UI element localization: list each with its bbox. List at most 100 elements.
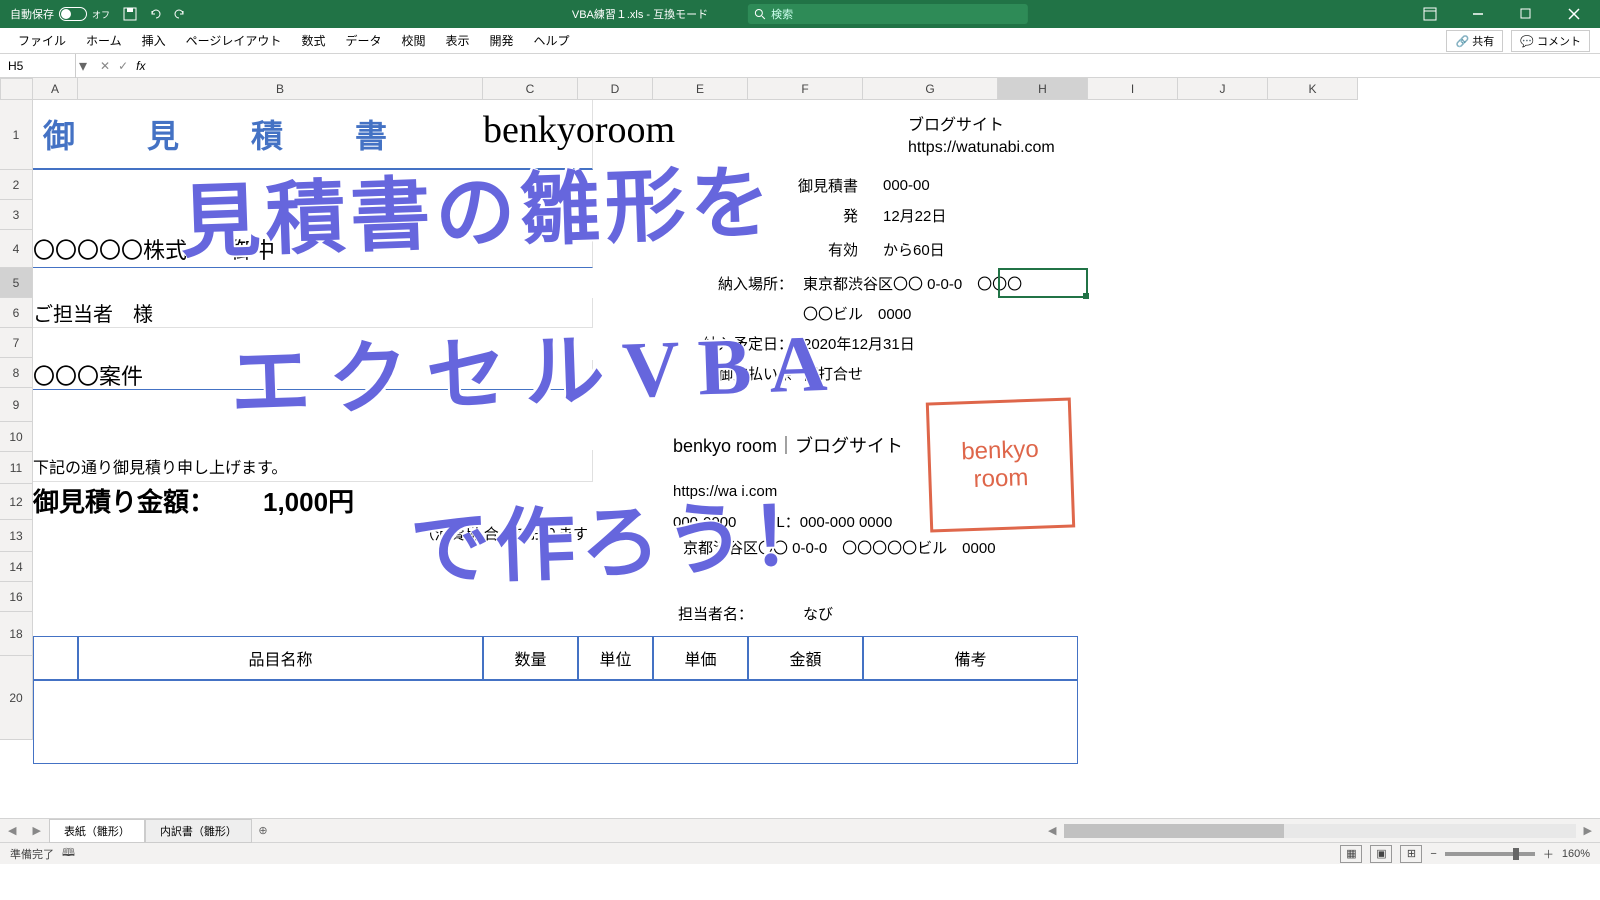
row-header-20[interactable]: 20 xyxy=(0,656,33,740)
redo-icon[interactable] xyxy=(172,7,187,22)
ship-loc1: 東京都渋谷区〇〇 0-0-0 〇〇〇 xyxy=(803,268,1153,298)
fill-handle[interactable] xyxy=(1083,293,1089,299)
row-header-8[interactable]: 8 xyxy=(0,358,33,388)
pay-label: 御支払い条 xyxy=(613,358,798,388)
zoom-in-icon[interactable]: ＋ xyxy=(1543,846,1554,862)
view-normal-icon[interactable]: ▦ xyxy=(1340,845,1362,863)
row-header-16[interactable]: 16 xyxy=(0,582,33,612)
column-header-D[interactable]: D xyxy=(578,78,653,100)
table-header-blank xyxy=(33,636,78,680)
tab-pagelayout[interactable]: ページレイアウト xyxy=(186,32,282,49)
row-header-7[interactable]: 7 xyxy=(0,328,33,358)
tab-developer[interactable]: 開発 xyxy=(490,32,514,49)
horizontal-scrollbar[interactable]: ◀ ▶ xyxy=(1040,823,1600,839)
search-input[interactable]: 検索 xyxy=(748,4,1028,24)
fx-icon[interactable]: fx xyxy=(136,59,145,73)
status-bar: 準備完了 🕮 ▦ ▣ ⊞ − ＋ 160% xyxy=(0,842,1600,864)
row-header-2[interactable]: 2 xyxy=(0,170,33,200)
row-header-18[interactable]: 18 xyxy=(0,612,33,656)
scroll-right-icon[interactable]: ▶ xyxy=(1576,824,1600,837)
autosave-state: オフ xyxy=(92,8,110,21)
zoom-level[interactable]: 160% xyxy=(1562,848,1590,860)
ribbon-tabs: ファイル ホーム 挿入 ページレイアウト 数式 データ 校閲 表示 開発 ヘルプ… xyxy=(0,28,1600,54)
pay-value: 御打合せ xyxy=(803,358,1053,388)
tab-view[interactable]: 表示 xyxy=(445,32,469,49)
column-header-F[interactable]: F xyxy=(748,78,863,100)
row-header-12[interactable]: 12 xyxy=(0,484,33,520)
close-icon[interactable] xyxy=(1553,0,1595,28)
name-box[interactable]: H5 xyxy=(0,54,76,78)
rep-name: なび xyxy=(803,600,953,626)
worksheet-grid[interactable]: ABCDEFGHIJK 1234567891011121314161820 御 … xyxy=(0,78,1600,818)
row-header-14[interactable]: 14 xyxy=(0,552,33,582)
tab-review[interactable]: 校閲 xyxy=(401,32,425,49)
namebox-dropdown-icon[interactable]: ▾ xyxy=(76,56,90,76)
table-header-unit: 単位 xyxy=(578,636,653,680)
tab-insert[interactable]: 挿入 xyxy=(142,32,166,49)
column-header-B[interactable]: B xyxy=(78,78,483,100)
maximize-icon[interactable] xyxy=(1505,0,1547,28)
scroll-left-icon[interactable]: ◀ xyxy=(1040,824,1064,837)
row-header-3[interactable]: 3 xyxy=(0,200,33,230)
column-header-H[interactable]: H xyxy=(998,78,1088,100)
ribbon-display-icon[interactable] xyxy=(1409,0,1451,28)
row-header-11[interactable]: 11 xyxy=(0,452,33,484)
accessibility-icon[interactable]: 🕮 xyxy=(62,844,75,863)
tab-formulas[interactable]: 数式 xyxy=(301,32,325,49)
search-placeholder: 検索 xyxy=(771,6,793,22)
tab-data[interactable]: データ xyxy=(345,32,381,49)
stamp-seal: benkyo room xyxy=(926,398,1075,533)
filename-label: VBA練習１.xls - 互換モード xyxy=(572,6,708,22)
save-icon[interactable] xyxy=(122,7,137,22)
undo-icon[interactable] xyxy=(147,7,162,22)
tab-next-icon[interactable]: ▶ xyxy=(24,824,48,837)
zoom-out-icon[interactable]: − xyxy=(1430,848,1436,860)
selected-cell[interactable] xyxy=(998,268,1088,298)
client-name: 〇〇〇〇〇株式 御中 xyxy=(33,230,593,268)
column-header-E[interactable]: E xyxy=(653,78,748,100)
cancel-formula-icon[interactable]: ✕ xyxy=(100,59,110,73)
scroll-thumb[interactable] xyxy=(1064,824,1284,838)
column-header-G[interactable]: G xyxy=(863,78,998,100)
project-name: 〇〇〇案件 xyxy=(33,360,593,390)
view-pagebreak-icon[interactable]: ⊞ xyxy=(1400,845,1422,863)
column-header-J[interactable]: J xyxy=(1178,78,1268,100)
tab-file[interactable]: ファイル xyxy=(18,32,66,49)
row-header-9[interactable]: 9 xyxy=(0,388,33,422)
formula-bar-row: H5 ▾ ✕ ✓ fx xyxy=(0,54,1600,78)
quote-no: 000-00 xyxy=(883,170,1083,200)
titlebar: 自動保存 オフ VBA練習１.xls - 互換モード 検索 xyxy=(0,0,1600,28)
minimize-icon[interactable] xyxy=(1457,0,1499,28)
add-sheet-icon[interactable]: ⊕ xyxy=(252,824,274,837)
row-header-6[interactable]: 6 xyxy=(0,298,33,328)
zoom-slider[interactable] xyxy=(1445,852,1535,856)
select-all-corner[interactable] xyxy=(0,78,33,100)
comment-button[interactable]: 💬 コメント xyxy=(1511,30,1590,52)
amount-value: 1,000円 xyxy=(263,482,463,518)
tab-home[interactable]: ホーム xyxy=(86,32,122,49)
formula-input[interactable] xyxy=(153,56,1153,76)
row-header-10[interactable]: 10 xyxy=(0,422,33,452)
column-header-K[interactable]: K xyxy=(1268,78,1358,100)
column-header-A[interactable]: A xyxy=(33,78,78,100)
row-header-5[interactable]: 5 xyxy=(0,268,33,298)
valid-value: から60日 xyxy=(883,230,1083,268)
sheet-tab-bar: ◀ ▶ 表紙（雛形） 内訳書（雛形） ⊕ ◀ ▶ xyxy=(0,818,1600,842)
share-button[interactable]: 🔗 共有 xyxy=(1446,30,1503,52)
intro-text: 下記の通り御見積り申し上げます。 xyxy=(33,450,593,482)
view-pagelayout-icon[interactable]: ▣ xyxy=(1370,845,1392,863)
autosave-toggle[interactable] xyxy=(59,7,87,21)
tab-help[interactable]: ヘルプ xyxy=(534,32,570,49)
confirm-formula-icon[interactable]: ✓ xyxy=(118,59,128,73)
tab-prev-icon[interactable]: ◀ xyxy=(0,824,24,837)
row-header-4[interactable]: 4 xyxy=(0,230,33,268)
row-header-1[interactable]: 1 xyxy=(0,100,33,170)
column-header-C[interactable]: C xyxy=(483,78,578,100)
row-header-13[interactable]: 13 xyxy=(0,520,33,552)
valid-label: 有効 xyxy=(653,230,863,268)
sheet-tab-inactive[interactable]: 内訳書（雛形） xyxy=(145,819,252,843)
sheet-tab-active[interactable]: 表紙（雛形） xyxy=(49,819,145,843)
autosave-label: 自動保存 xyxy=(10,6,54,22)
column-header-I[interactable]: I xyxy=(1088,78,1178,100)
date-label: 発 xyxy=(653,200,863,230)
